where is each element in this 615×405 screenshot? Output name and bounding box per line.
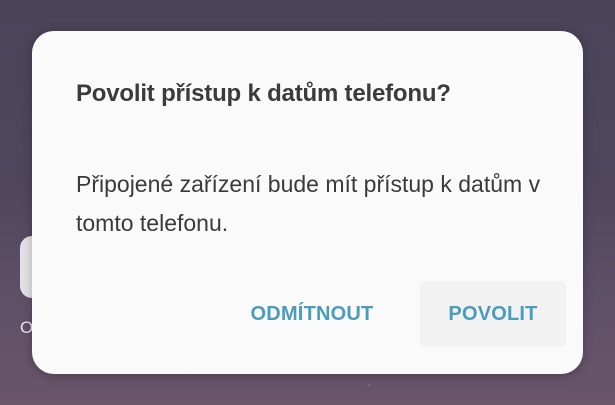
deny-button[interactable]: ODMÍTNOUT [230,281,394,347]
permission-dialog: Povolit přístup k datům telefonu? Připoj… [32,31,583,374]
dialog-title: Povolit přístup k datům telefonu? [76,80,451,107]
allow-button[interactable]: POVOLIT [420,281,566,347]
dialog-message: Připojené zařízení bude mít přístup k da… [76,171,541,236]
